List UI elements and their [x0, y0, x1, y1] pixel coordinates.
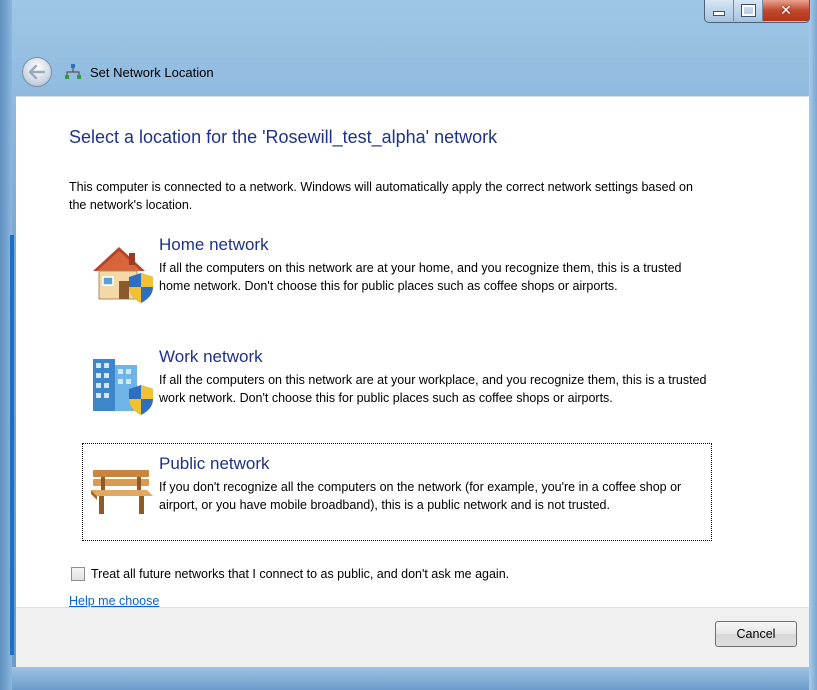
treat-as-public-row[interactable]: Treat all future networks that I connect… — [71, 567, 509, 581]
window-controls: ✕ — [704, 0, 810, 23]
public-network-option[interactable]: Public network If you don't recognize al… — [82, 443, 712, 541]
close-icon: ✕ — [780, 2, 792, 19]
close-button[interactable]: ✕ — [763, 0, 809, 21]
dialog-footer: Cancel — [16, 607, 809, 668]
page-title: Select a location for the 'Rosewill_test… — [69, 127, 498, 147]
treat-as-public-label: Treat all future networks that I connect… — [91, 567, 510, 581]
work-network-title: Work network — [159, 347, 263, 366]
dialog-content: Select a location for the 'Rosewill_test… — [16, 96, 809, 608]
back-button[interactable] — [22, 57, 52, 87]
cancel-button[interactable]: Cancel — [715, 621, 797, 647]
office-building-shield-icon — [93, 359, 153, 415]
house-shield-icon — [93, 247, 153, 303]
park-bench-icon — [91, 470, 153, 514]
help-me-choose-link[interactable]: Help me choose — [69, 594, 159, 608]
window-frame-highlight — [10, 235, 14, 655]
maximize-button[interactable] — [734, 0, 763, 21]
minimize-button[interactable] — [705, 0, 734, 21]
minimize-icon — [713, 11, 725, 16]
network-icon — [65, 64, 81, 79]
public-network-title: Public network — [159, 454, 270, 473]
window-frame-right-edge — [809, 0, 817, 690]
title-bar[interactable]: ✕ — [0, 0, 817, 48]
maximize-icon — [740, 4, 756, 17]
window-title: Set Network Location — [90, 64, 214, 80]
home-network-option[interactable]: Home network If all the computers on thi… — [83, 235, 711, 327]
back-arrow-icon — [29, 65, 45, 79]
window-frame-bottom — [12, 667, 809, 690]
home-network-title: Home network — [159, 235, 269, 254]
work-network-description: If all the computers on this network are… — [159, 373, 707, 405]
work-network-option[interactable]: Work network If all the computers on thi… — [83, 347, 711, 439]
home-network-description: If all the computers on this network are… — [159, 261, 682, 293]
treat-as-public-checkbox[interactable] — [71, 567, 85, 581]
page-description: This computer is connected to a network.… — [69, 180, 693, 212]
public-network-description: If you don't recognize all the computers… — [159, 480, 682, 512]
navigation-bar: Set Network Location — [12, 54, 809, 90]
